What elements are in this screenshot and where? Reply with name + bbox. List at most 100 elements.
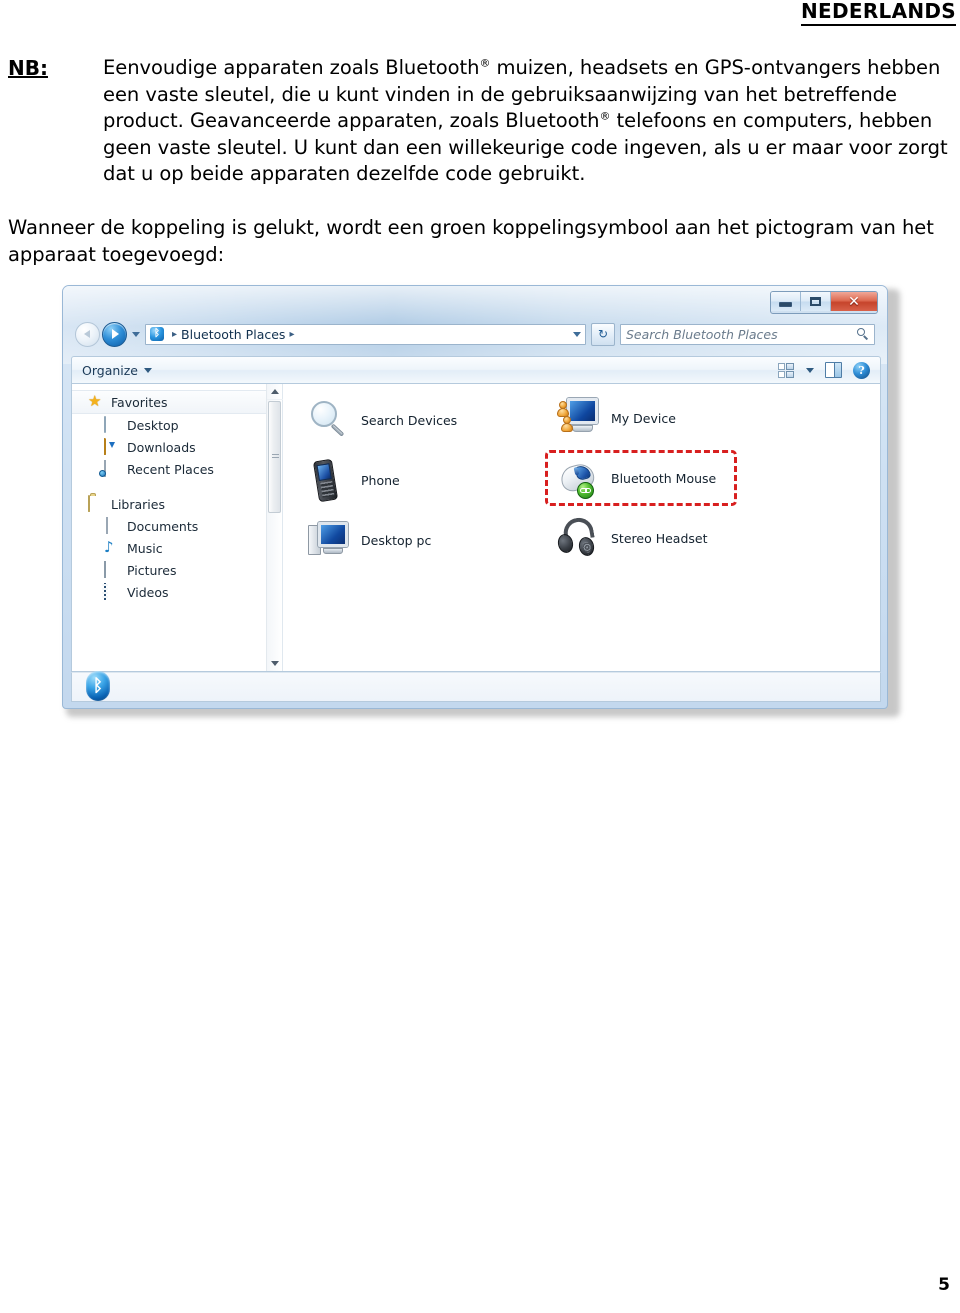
item-label-search-devices: Search Devices xyxy=(361,412,458,428)
body-paragraph: Wanneer de koppeling is gelukt, wordt ee… xyxy=(8,216,934,266)
navigation-pane-scrollbar[interactable] xyxy=(266,384,283,671)
desktop-pc-icon xyxy=(305,517,351,563)
scroll-up-button[interactable] xyxy=(267,384,283,400)
change-view-icon[interactable] xyxy=(778,362,795,378)
magnifier-icon xyxy=(305,397,351,443)
monitor-icon xyxy=(104,416,120,433)
sidebar-item-libraries[interactable]: Libraries xyxy=(72,493,282,515)
close-button[interactable]: ✕ xyxy=(831,292,877,311)
window-controls: ✕ xyxy=(770,291,878,314)
command-bar: Organize ? xyxy=(71,356,881,384)
maximize-button[interactable] xyxy=(801,292,831,311)
back-arrow-icon xyxy=(83,330,90,338)
help-icon[interactable]: ? xyxy=(853,361,870,379)
preview-pane-icon[interactable] xyxy=(825,362,842,378)
stereo-headset-icon xyxy=(555,515,601,561)
music-note-icon: ♪ xyxy=(104,538,114,556)
search-box[interactable]: Search Bluetooth Places xyxy=(620,323,875,345)
command-bar-right-tools: ? xyxy=(778,361,870,379)
user-figure-icon xyxy=(561,416,573,432)
note-text-part1: Eenvoudige apparaten zoals Bluetooth xyxy=(103,56,480,79)
breadcrumb-bluetooth-places[interactable]: Bluetooth Places xyxy=(181,327,285,342)
download-folder-icon xyxy=(104,438,120,455)
bluetooth-mouse-icon xyxy=(555,455,601,501)
organize-label: Organize xyxy=(82,362,138,378)
bluetooth-glyph: ᛒ xyxy=(92,675,104,696)
scrollbar-grip-icon xyxy=(272,454,279,460)
forward-button[interactable] xyxy=(102,321,127,347)
library-folder-icon xyxy=(88,495,104,512)
explorer-body: ★ Favorites Desktop Downloads Recent Pla… xyxy=(71,384,881,672)
sidebar-label-downloads: Downloads xyxy=(127,439,196,455)
registered-mark-2: ® xyxy=(599,109,611,123)
minimize-button[interactable] xyxy=(771,292,801,311)
sidebar-label-videos: Videos xyxy=(127,584,169,600)
video-film-icon xyxy=(104,583,120,600)
note-text: Eenvoudige apparaten zoals Bluetooth® mu… xyxy=(103,55,952,188)
bluetooth-logo-icon: ᛒ xyxy=(86,671,110,701)
picture-icon xyxy=(104,561,120,578)
sidebar-item-videos[interactable]: Videos xyxy=(72,581,282,603)
sidebar-item-desktop[interactable]: Desktop xyxy=(72,414,282,436)
back-button[interactable] xyxy=(75,321,100,347)
scrollbar-thumb[interactable] xyxy=(268,401,281,513)
recent-places-icon xyxy=(104,460,120,477)
maximize-icon xyxy=(810,297,821,306)
address-dropdown-icon[interactable] xyxy=(573,331,581,337)
language-heading: NEDERLANDS xyxy=(800,0,956,26)
sidebar-item-recent-places[interactable]: Recent Places xyxy=(72,458,282,480)
page-number: 5 xyxy=(938,1275,950,1295)
item-label-my-device: My Device xyxy=(611,410,676,426)
bluetooth-places-icon: ᛒ xyxy=(150,327,164,341)
address-bar[interactable]: ᛒ ▸ Bluetooth Places ▸ xyxy=(145,323,586,345)
organize-button[interactable]: Organize xyxy=(82,363,152,378)
list-item-bluetooth-mouse[interactable]: Bluetooth Mouse xyxy=(555,454,716,502)
list-item-desktop-pc[interactable]: Desktop pc xyxy=(305,516,431,564)
minimize-icon xyxy=(779,302,792,307)
scroll-down-button[interactable] xyxy=(267,656,283,671)
navigation-pane: ★ Favorites Desktop Downloads Recent Pla… xyxy=(72,384,283,671)
sidebar-item-documents[interactable]: Documents xyxy=(72,515,282,537)
mobile-phone-icon xyxy=(305,457,351,503)
list-item-phone[interactable]: Phone xyxy=(305,456,400,504)
forward-arrow-icon xyxy=(112,329,119,339)
sidebar-label-libraries: Libraries xyxy=(111,496,165,512)
list-item-search-devices[interactable]: Search Devices xyxy=(305,396,457,444)
item-label-bluetooth-mouse: Bluetooth Mouse xyxy=(611,470,717,486)
sidebar-item-downloads[interactable]: Downloads xyxy=(72,436,282,458)
sidebar-label-documents: Documents xyxy=(127,518,199,534)
item-label-desktop-pc: Desktop pc xyxy=(361,532,432,548)
sidebar-label-recent-places: Recent Places xyxy=(127,461,214,477)
chevron-down-icon xyxy=(271,661,279,666)
list-item-stereo-headset[interactable]: Stereo Headset xyxy=(555,514,708,562)
breadcrumb-separator-2: ▸ xyxy=(289,328,295,340)
history-dropdown-icon[interactable] xyxy=(132,331,140,337)
sidebar-item-music[interactable]: ♪ Music xyxy=(72,537,282,559)
list-item-my-device[interactable]: My Device xyxy=(555,394,676,442)
document-icon xyxy=(104,517,120,534)
item-label-stereo-headset: Stereo Headset xyxy=(611,530,708,546)
sidebar-label-pictures: Pictures xyxy=(127,562,177,578)
chevron-up-icon xyxy=(271,389,279,394)
address-bar-row: ᛒ ▸ Bluetooth Places ▸ ↻ Search Bluetoot… xyxy=(63,319,887,349)
note-block: NB: Eenvoudige apparaten zoals Bluetooth… xyxy=(8,55,952,188)
sidebar-item-pictures[interactable]: Pictures xyxy=(72,559,282,581)
sidebar-label-music: Music xyxy=(127,540,163,556)
search-icon xyxy=(857,328,869,340)
breadcrumb-separator-1: ▸ xyxy=(172,328,178,340)
user-figure-icon xyxy=(557,401,569,417)
green-link-badge-icon xyxy=(577,482,594,499)
star-icon: ★ xyxy=(88,392,102,410)
refresh-button[interactable]: ↻ xyxy=(591,322,615,346)
sidebar-item-favorites[interactable]: ★ Favorites xyxy=(72,390,282,414)
view-dropdown-icon[interactable] xyxy=(806,367,814,373)
content-pane: Search Devices Phone Desktop pc My Devic… xyxy=(283,384,880,671)
registered-mark-1: ® xyxy=(479,56,491,70)
explorer-window: ✕ ᛒ ▸ Bluetooth Places ▸ ↻ Search Blueto… xyxy=(62,285,888,709)
details-pane: ᛒ xyxy=(71,671,881,702)
document-header: NEDERLANDS xyxy=(0,0,960,26)
my-device-icon xyxy=(555,395,601,441)
explorer-screenshot: ✕ ᛒ ▸ Bluetooth Places ▸ ↻ Search Blueto… xyxy=(62,285,900,717)
sidebar-label-favorites: Favorites xyxy=(111,394,168,410)
sidebar-label-desktop: Desktop xyxy=(127,417,179,433)
